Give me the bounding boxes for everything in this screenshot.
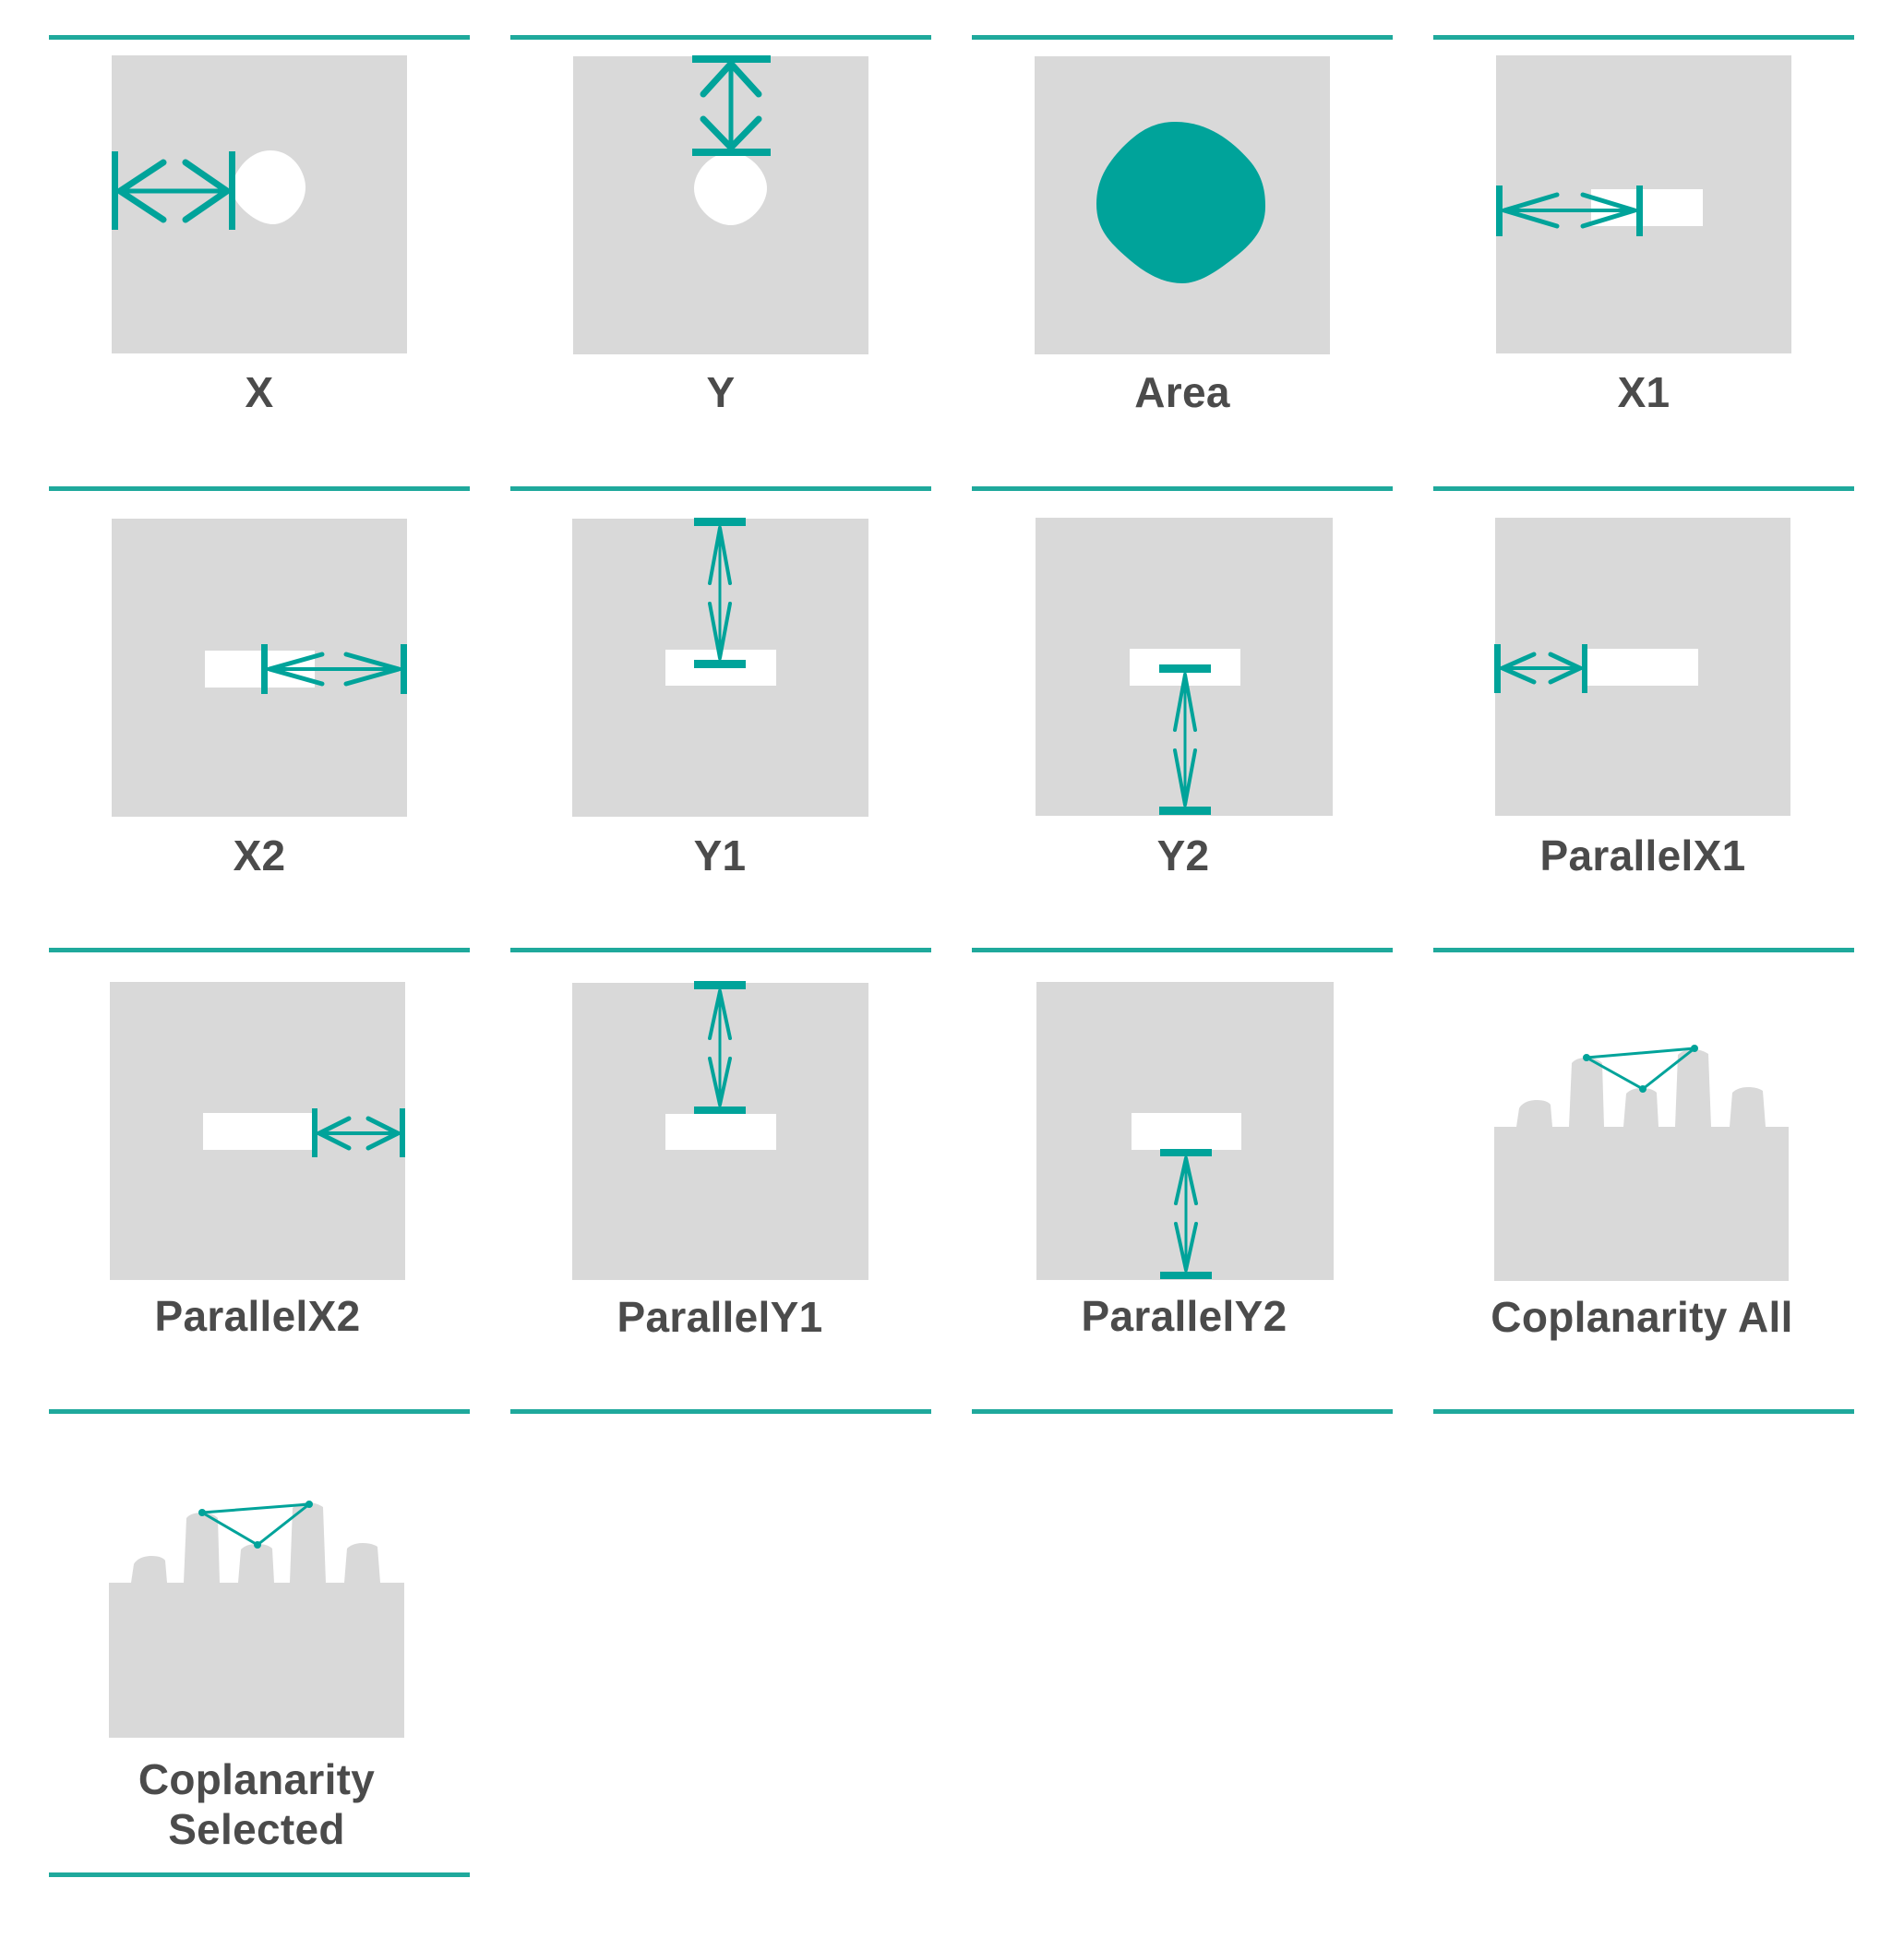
tile-label: ParallelX1 (1539, 831, 1746, 879)
tile-label: Y (706, 368, 736, 416)
tile-parallel-x1[interactable]: ParallelX1 (1494, 518, 1790, 879)
parallel-y2-icon (1036, 982, 1334, 1280)
tile-label: X1 (1617, 368, 1670, 416)
separator-rule (1433, 948, 1854, 952)
separator-rule (1433, 1409, 1854, 1414)
separator-rule (1433, 35, 1854, 40)
tile-label: Y1 (693, 831, 747, 879)
y2-distance-icon (1036, 518, 1333, 816)
tile-label: Y2 (1156, 831, 1210, 879)
y1-distance-icon (572, 518, 868, 817)
separator-rule (510, 1409, 931, 1414)
tile-y1[interactable]: Y1 (572, 518, 868, 879)
x2-distance-icon (112, 519, 407, 817)
parallel-y1-icon (572, 981, 868, 1280)
tile-parallel-y2[interactable]: ParallelY2 (1036, 982, 1334, 1340)
tile-parallel-x2[interactable]: ParallelX2 (110, 982, 405, 1340)
tile-label: Coplanarity All (1491, 1293, 1793, 1341)
separator-rule (510, 35, 931, 40)
coplanarity-point (1583, 1054, 1590, 1061)
separator-rule (972, 486, 1393, 491)
tile-x2[interactable]: X2 (112, 519, 407, 879)
tile-coplanarity-all[interactable]: Coplanarity All (1491, 982, 1792, 1341)
separator-rule (49, 1872, 470, 1877)
tile-label: ParallelX2 (154, 1292, 361, 1340)
parallel-x1-icon (1494, 518, 1790, 816)
separator-rule (510, 948, 931, 952)
tile-label-line: Coplanarity (138, 1755, 376, 1803)
coplanarity-point (254, 1541, 261, 1549)
coplanarity-all-icon (1494, 1045, 1789, 1281)
separator-rule (1433, 486, 1854, 491)
tile-label: ParallelY2 (1081, 1292, 1287, 1340)
area-icon (1035, 56, 1330, 354)
tile-label: X2 (233, 831, 286, 879)
tile-area[interactable]: Area (1035, 56, 1330, 416)
separator-rule (972, 1409, 1393, 1414)
tile-label: Area (1134, 368, 1230, 416)
separator-rule (49, 1409, 470, 1414)
tile-coplanarity-selected[interactable]: Coplanarity Selected (109, 1441, 404, 1853)
separator-rule (510, 486, 931, 491)
coplanarity-point (198, 1509, 206, 1516)
tile-label: ParallelY1 (617, 1293, 823, 1341)
separator-rule (972, 948, 1393, 952)
tile-x1[interactable]: X1 (1496, 55, 1791, 416)
coplanarity-point (1691, 1045, 1698, 1052)
tile-y[interactable]: Y (573, 55, 868, 416)
separator-rule (49, 486, 470, 491)
parallel-x2-icon (110, 982, 405, 1280)
tile-label: X (245, 368, 274, 416)
separator-rule (49, 35, 470, 40)
tile-label-line: Selected (168, 1805, 345, 1853)
y-distance-icon (573, 55, 868, 354)
tile-parallel-y1[interactable]: ParallelY1 (572, 981, 868, 1341)
x-distance-icon (112, 55, 407, 353)
coplanarity-selected-icon (109, 1501, 404, 1738)
coplanarity-point (1639, 1085, 1647, 1093)
tile-y2[interactable]: Y2 (1036, 518, 1333, 879)
separator-rule (972, 35, 1393, 40)
coplanarity-point (305, 1501, 313, 1508)
tile-x[interactable]: X (112, 55, 407, 416)
separator-rule (49, 948, 470, 952)
tile-label: Coplanarity Selected (54, 1754, 460, 1854)
x1-distance-icon (1496, 55, 1791, 353)
